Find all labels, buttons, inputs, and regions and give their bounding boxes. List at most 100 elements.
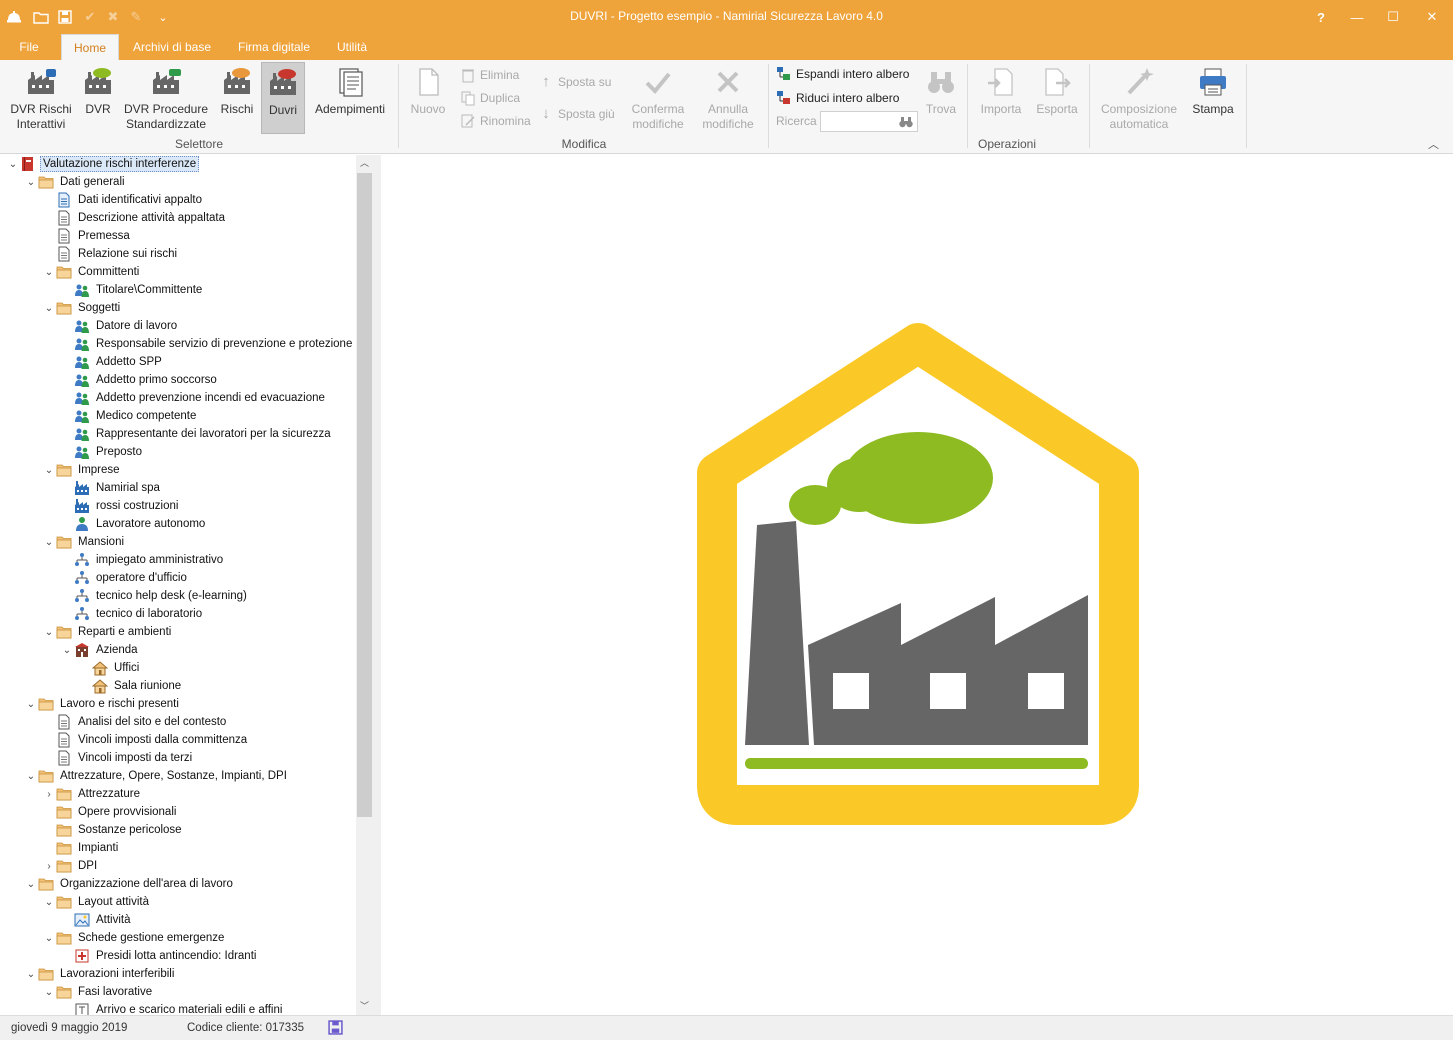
tree-node[interactable]: ⌄ Reparti e ambienti bbox=[42, 623, 173, 641]
binoculars-icon[interactable] bbox=[898, 114, 914, 130]
tab-firma-digitale[interactable]: Firma digitale bbox=[228, 34, 320, 60]
stampa-button[interactable]: Stampa bbox=[1188, 62, 1238, 117]
tree-node[interactable]: ⌄ Organizzazione dell'area di lavoro bbox=[24, 875, 235, 893]
tree-node[interactable]: ⌄ Attrezzature, Opere, Sostanze, Impianti… bbox=[24, 767, 289, 785]
espandi-albero-button[interactable]: Espandi intero albero bbox=[776, 64, 909, 84]
tree-node[interactable]: Analisi del sito e del contesto bbox=[42, 713, 228, 731]
tree-node[interactable]: Addetto primo soccorso bbox=[60, 371, 219, 389]
dvr-rischi-interattivi-button[interactable]: DVR Rischi Interattivi bbox=[6, 62, 76, 132]
expand-toggle-icon[interactable]: ⌄ bbox=[42, 465, 56, 476]
tree-node[interactable]: Responsabile servizio di prevenzione e p… bbox=[60, 335, 354, 353]
elimina-button[interactable]: Elimina bbox=[460, 65, 519, 85]
tree-node[interactable]: Descrizione attività appaltata bbox=[42, 209, 227, 227]
esporta-button[interactable]: Esporta bbox=[1031, 62, 1083, 117]
scroll-thumb[interactable] bbox=[357, 173, 372, 817]
sposta-giu-button[interactable]: ↓ Sposta giù bbox=[538, 104, 614, 124]
dvr-button[interactable]: DVR bbox=[80, 62, 116, 117]
adempimenti-button[interactable]: Adempimenti bbox=[310, 62, 390, 117]
tree-scrollbar[interactable]: ︿ ﹀ bbox=[356, 155, 373, 1015]
tree-node[interactable]: Impianti bbox=[42, 839, 120, 857]
nuovo-button[interactable]: Nuovo bbox=[404, 62, 452, 117]
expand-toggle-icon[interactable]: › bbox=[42, 789, 56, 800]
scroll-down-icon[interactable]: ﹀ bbox=[356, 998, 373, 1015]
tree-node[interactable]: ⌄ Schede gestione emergenze bbox=[42, 929, 226, 947]
tree-node[interactable]: Addetto SPP bbox=[60, 353, 164, 371]
tree-node[interactable]: Titolare\Committente bbox=[60, 281, 204, 299]
tree-root[interactable]: ⌄ Valutazione rischi interferenze bbox=[6, 155, 200, 173]
tree-node[interactable]: Attività bbox=[60, 911, 133, 929]
tree-node[interactable]: ⌄ Lavorazioni interferibili bbox=[24, 965, 176, 983]
tree-node[interactable]: Sala riunione bbox=[78, 677, 183, 695]
ricerca-input[interactable] bbox=[820, 111, 918, 132]
tree-node[interactable]: ⌄ Soggetti bbox=[42, 299, 122, 317]
riduci-albero-button[interactable]: Riduci intero albero bbox=[776, 88, 899, 108]
expand-toggle-icon[interactable]: ⌄ bbox=[42, 933, 56, 944]
tab-utilita[interactable]: Utilità bbox=[329, 34, 375, 60]
tree-node[interactable]: Arrivo e scarico materiali edili e affin… bbox=[60, 1001, 284, 1015]
tree-node[interactable]: Rappresentante dei lavoratori per la sic… bbox=[60, 425, 333, 443]
rinomina-button[interactable]: Rinomina bbox=[460, 111, 531, 131]
expand-toggle-icon[interactable]: ⌄ bbox=[42, 987, 56, 998]
tree-node[interactable]: ⌄ Layout attività bbox=[42, 893, 151, 911]
tab-file[interactable]: File bbox=[8, 34, 50, 60]
scroll-up-icon[interactable]: ︿ bbox=[356, 155, 373, 172]
tree-node[interactable]: Opere provvisionali bbox=[42, 803, 178, 821]
tree-node[interactable]: ⌄ Dati generali bbox=[24, 173, 127, 191]
expand-toggle-icon[interactable]: ⌄ bbox=[6, 159, 20, 170]
tree-node[interactable]: Datore di lavoro bbox=[60, 317, 179, 335]
tree-node[interactable]: Relazione sui rischi bbox=[42, 245, 179, 263]
expand-toggle-icon[interactable]: ⌄ bbox=[60, 645, 74, 656]
expand-toggle-icon[interactable]: ⌄ bbox=[42, 537, 56, 548]
tree-node[interactable]: Uffici bbox=[78, 659, 141, 677]
tree-node[interactable]: Lavoratore autonomo bbox=[60, 515, 207, 533]
duplica-button[interactable]: Duplica bbox=[460, 88, 520, 108]
tree-node[interactable]: Premessa bbox=[42, 227, 132, 245]
expand-toggle-icon[interactable]: ⌄ bbox=[24, 969, 38, 980]
minimize-button[interactable]: — bbox=[1339, 0, 1375, 34]
expand-toggle-icon[interactable]: ⌄ bbox=[42, 267, 56, 278]
collapse-ribbon-icon[interactable]: ︿ bbox=[1428, 136, 1439, 152]
tree-node[interactable]: operatore d'ufficio bbox=[60, 569, 189, 587]
tree-node[interactable]: ⌄ Azienda bbox=[60, 641, 140, 659]
dvr-procedure-standardizzate-button[interactable]: DVR Procedure Standardizzate bbox=[122, 62, 210, 132]
panel-splitter[interactable] bbox=[373, 155, 381, 1015]
annulla-modifiche-button[interactable]: Annulla modifiche bbox=[696, 62, 760, 132]
expand-toggle-icon[interactable]: › bbox=[42, 861, 56, 872]
tree-node[interactable]: tecnico di laboratorio bbox=[60, 605, 204, 623]
expand-toggle-icon[interactable]: ⌄ bbox=[24, 771, 38, 782]
tree-node[interactable]: ⌄ Fasi lavorative bbox=[42, 983, 154, 1001]
tree-node[interactable]: Presidi lotta antincendio: Idranti bbox=[60, 947, 258, 965]
tree-node[interactable]: Vincoli imposti dalla committenza bbox=[42, 731, 249, 749]
tree-node[interactable]: ⌄ Committenti bbox=[42, 263, 141, 281]
duvri-button[interactable]: Duvri bbox=[261, 62, 305, 134]
tree-node[interactable]: ⌄ Imprese bbox=[42, 461, 122, 479]
sposta-su-button[interactable]: ↑ Sposta su bbox=[538, 72, 611, 92]
expand-toggle-icon[interactable]: ⌄ bbox=[24, 699, 38, 710]
tree-node[interactable]: ⌄ Lavoro e rischi presenti bbox=[24, 695, 181, 713]
tree-node[interactable]: Vincoli imposti da terzi bbox=[42, 749, 194, 767]
importa-button[interactable]: Importa bbox=[973, 62, 1029, 117]
tree-node[interactable]: impiegato amministrativo bbox=[60, 551, 225, 569]
save-icon[interactable] bbox=[328, 1020, 343, 1035]
help-button[interactable]: ? bbox=[1303, 0, 1339, 34]
tree-node[interactable]: Medico competente bbox=[60, 407, 198, 425]
expand-toggle-icon[interactable]: ⌄ bbox=[42, 627, 56, 638]
tree-node[interactable]: Preposto bbox=[60, 443, 144, 461]
conferma-modifiche-button[interactable]: Conferma modifiche bbox=[626, 62, 690, 132]
tree-node[interactable]: ⌄ Mansioni bbox=[42, 533, 126, 551]
expand-toggle-icon[interactable]: ⌄ bbox=[42, 303, 56, 314]
maximize-button[interactable]: ☐ bbox=[1375, 0, 1411, 34]
tree-node[interactable]: › Attrezzature bbox=[42, 785, 142, 803]
composizione-automatica-button[interactable]: Composizione automatica bbox=[1097, 62, 1181, 132]
tree-node[interactable]: Dati identificativi appalto bbox=[42, 191, 204, 209]
tree-node[interactable]: Sostanze pericolose bbox=[42, 821, 184, 839]
tree-node[interactable]: Namirial spa bbox=[60, 479, 162, 497]
expand-toggle-icon[interactable]: ⌄ bbox=[24, 177, 38, 188]
expand-toggle-icon[interactable]: ⌄ bbox=[24, 879, 38, 890]
tree-node[interactable]: rossi costruzioni bbox=[60, 497, 180, 515]
tab-home[interactable]: Home bbox=[61, 34, 119, 61]
tab-archivi-di-base[interactable]: Archivi di base bbox=[126, 34, 218, 60]
expand-toggle-icon[interactable]: ⌄ bbox=[42, 897, 56, 908]
trova-button[interactable]: Trova bbox=[921, 62, 961, 117]
rischi-button[interactable]: Rischi bbox=[216, 62, 258, 117]
